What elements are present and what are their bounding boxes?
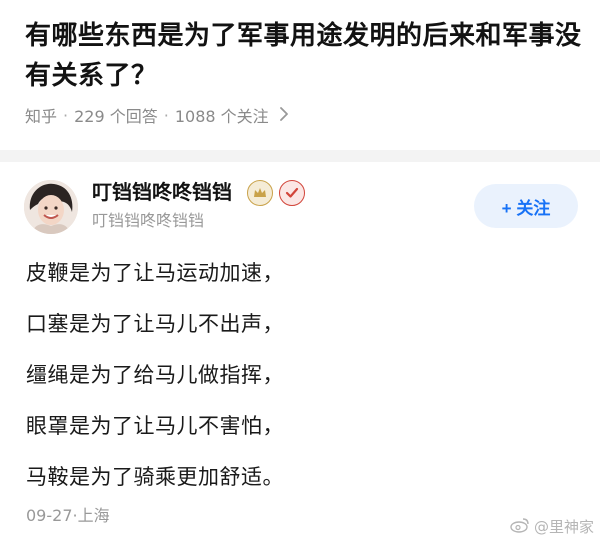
avatar[interactable] xyxy=(24,180,78,234)
crown-badge-icon[interactable] xyxy=(247,180,273,206)
question-title[interactable]: 有哪些东西是为了军事用途发明的后来和军事没有关系了？ xyxy=(25,16,585,96)
answer-date-location: 09-27·上海 xyxy=(26,506,110,525)
answer-line: 口塞是为了让马儿不出声， xyxy=(26,312,284,336)
follow-button[interactable]: + 关注 xyxy=(474,184,578,228)
author-name[interactable]: 叮铛铛咚咚铛铛 xyxy=(92,177,232,207)
meta-separator: · xyxy=(163,105,169,125)
chevron-right-icon[interactable] xyxy=(279,106,289,125)
answer-card: 叮铛铛咚咚铛铛 叮铛铛咚咚铛铛 + 关注 皮鞭是为了让马运动加速， 口塞是为了让… xyxy=(0,162,600,543)
question-card: 有哪些东西是为了军事用途发明的后来和军事没有关系了？ 知乎 · 229 个回答 … xyxy=(0,0,600,150)
follower-count: 1088 个关注 xyxy=(174,107,269,126)
section-divider xyxy=(0,150,600,162)
weibo-logo-icon xyxy=(510,517,530,537)
author-badges xyxy=(247,180,305,206)
answer-content: 皮鞭是为了让马运动加速， 口塞是为了让马儿不出声， 缰绳是为了给马儿做指挥， 眼… xyxy=(26,248,566,503)
meta-separator: · xyxy=(63,105,69,125)
source-label: 知乎 xyxy=(25,107,58,126)
author-subtitle: 叮铛铛咚咚铛铛 xyxy=(92,211,205,230)
verified-check-icon[interactable] xyxy=(279,180,305,206)
answer-line: 马鞍是为了骑乘更加舒适。 xyxy=(26,465,284,489)
answer-line: 缰绳是为了给马儿做指挥， xyxy=(26,363,284,387)
watermark: @里神家 xyxy=(510,516,594,537)
answer-count: 229 个回答 xyxy=(74,107,158,126)
answer-line: 眼罩是为了让马儿不害怕， xyxy=(26,414,284,438)
answer-line: 皮鞭是为了让马运动加速， xyxy=(26,261,284,285)
watermark-text: @里神家 xyxy=(534,518,595,536)
question-meta[interactable]: 知乎 · 229 个回答 · 1088 个关注 xyxy=(25,103,289,127)
